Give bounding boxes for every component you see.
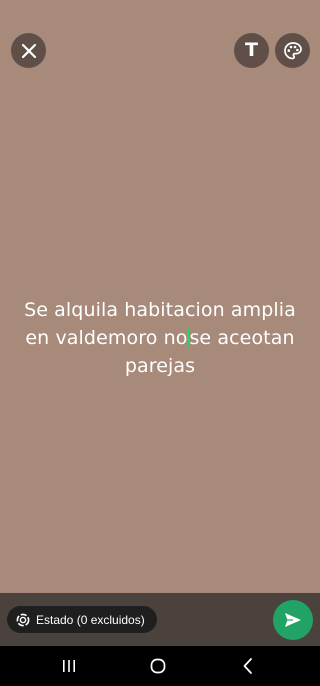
status-text-input[interactable]: Se alquila habitacion amplia en valdemor…	[10, 296, 310, 380]
back-button[interactable]	[236, 654, 260, 678]
home-icon	[150, 658, 166, 674]
status-ring-icon	[16, 613, 30, 627]
text-format-button[interactable]: T	[234, 33, 269, 68]
status-audience-label: Estado (0 excluidos)	[36, 612, 145, 627]
status-composer-screen: T Se alquila habitacion amplia en valdem…	[0, 0, 320, 686]
home-button[interactable]	[146, 654, 170, 678]
recents-button[interactable]	[57, 654, 81, 678]
close-icon	[21, 43, 36, 58]
system-navigation-bar	[0, 646, 320, 686]
background-color-button[interactable]	[275, 33, 310, 68]
recents-icon	[63, 660, 75, 672]
close-button[interactable]	[11, 33, 46, 68]
send-button[interactable]	[273, 600, 313, 640]
send-icon	[285, 613, 301, 627]
palette-icon	[283, 41, 302, 59]
status-audience-button[interactable]: Estado (0 excluidos)	[7, 606, 157, 633]
text-format-icon: T	[245, 39, 258, 61]
back-icon	[243, 658, 252, 674]
